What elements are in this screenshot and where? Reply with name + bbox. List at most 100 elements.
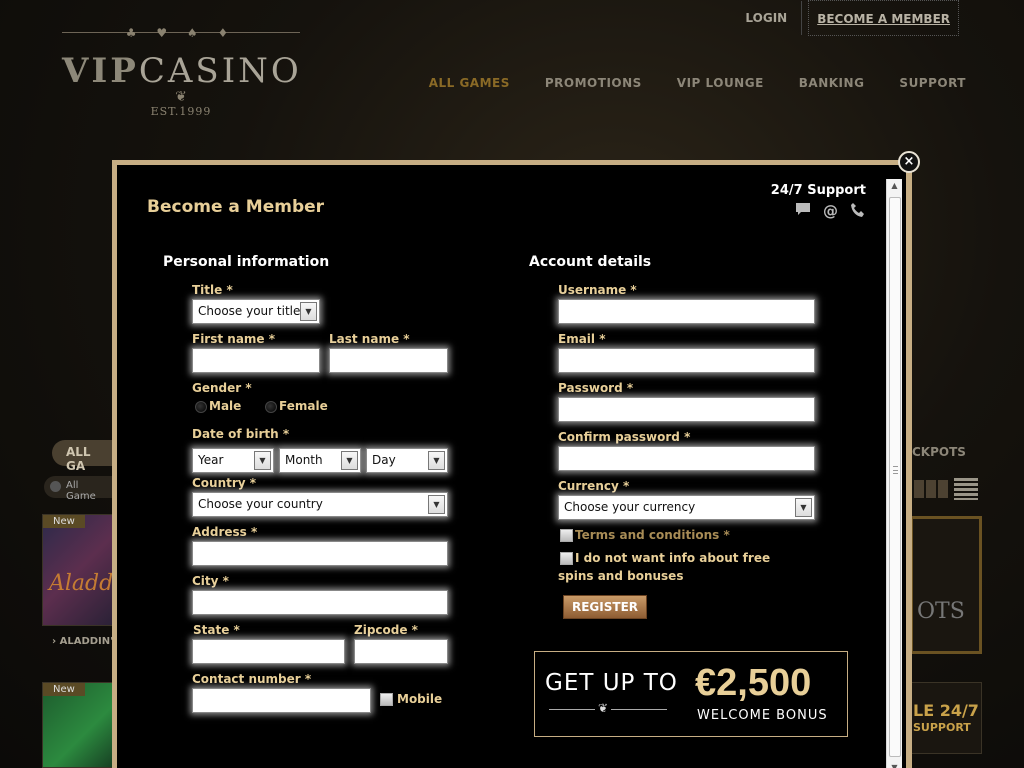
username-field[interactable]	[558, 299, 815, 324]
nav-promotions[interactable]: PROMOTIONS	[545, 76, 642, 90]
currency-select-value: Choose your currency	[564, 500, 696, 514]
personal-info-heading: Personal information	[163, 254, 330, 270]
radio-icon[interactable]	[265, 400, 277, 413]
scrollbar-thumb[interactable]	[889, 197, 901, 757]
become-member-link[interactable]: BECOME A MEMBER	[808, 0, 959, 36]
dob-month-select[interactable]: Month ▼	[279, 448, 361, 473]
mobile-checkbox[interactable]	[380, 693, 393, 706]
bg-jackpots-tab[interactable]: CKPOTS	[912, 445, 966, 459]
country-label: Country *	[192, 476, 257, 490]
chevron-down-icon[interactable]: ▼	[300, 302, 317, 321]
aladdin-art: Aladd	[49, 571, 114, 596]
chevron-down-icon[interactable]: ▼	[428, 495, 445, 514]
list-view-icon[interactable]	[954, 478, 978, 500]
become-member-modal: Become a Member 24/7 Support @ Personal …	[112, 160, 912, 768]
chevron-down-icon[interactable]: ▼	[254, 451, 271, 470]
chevron-down-icon[interactable]: ▼	[341, 451, 358, 470]
zipcode-label: Zipcode *	[354, 623, 418, 637]
main-nav: ALL GAMES PROMOTIONS VIP LOUNGE BANKING …	[429, 76, 966, 90]
currency-label: Currency *	[558, 479, 630, 493]
nav-banking[interactable]: BANKING	[799, 76, 865, 90]
gender-male-option[interactable]: Male	[195, 399, 241, 413]
currency-select[interactable]: Choose your currency ▼	[558, 495, 815, 520]
terms-label[interactable]: Terms and conditions *	[575, 526, 730, 544]
login-link[interactable]: LOGIN	[731, 1, 803, 35]
dob-year-value: Year	[198, 453, 224, 467]
first-name-label: First name *	[192, 332, 276, 346]
promo-amount: €2,500	[695, 662, 812, 704]
dob-month-value: Month	[285, 453, 323, 467]
nav-vip-lounge[interactable]: VIP LOUNGE	[677, 76, 764, 90]
city-label: City *	[192, 574, 229, 588]
chat-icon[interactable]	[795, 202, 811, 222]
country-select-value: Choose your country	[198, 497, 323, 511]
mobile-label: Mobile	[397, 692, 443, 706]
support-label: 24/7 Support	[770, 183, 866, 198]
bg-game-thumb-aladdin[interactable]: New Aladd	[42, 514, 114, 626]
new-badge: New	[43, 515, 85, 528]
nav-support[interactable]: SUPPORT	[899, 76, 966, 90]
bg-game-label[interactable]: › ALADDIN'	[52, 636, 113, 647]
modal-scrollbar[interactable]: ▲ ▼	[886, 179, 902, 768]
password-field[interactable]	[558, 397, 815, 422]
logo-vip: VIP	[62, 51, 139, 91]
grip-icon	[893, 466, 898, 474]
welcome-bonus-banner[interactable]: GET UP TO ❦ €2,500 WELCOME BONUS	[534, 651, 848, 737]
confirm-password-label: Confirm password *	[558, 430, 691, 444]
chevron-down-icon[interactable]: ▼	[795, 498, 812, 517]
nav-all-games[interactable]: ALL GAMES	[429, 76, 510, 90]
vip-casino-logo[interactable]: ♣ ♥ ♠ ♦ VIPCASINO ❦ EST.1999	[62, 26, 300, 118]
bg-view-toggle	[912, 476, 980, 502]
dob-label: Date of birth *	[192, 427, 290, 441]
dob-day-select[interactable]: Day ▼	[366, 448, 448, 473]
contact-number-field[interactable]	[192, 688, 371, 713]
bg-slots-text: OTS	[917, 599, 965, 624]
bg-all-games-filter[interactable]: All Game	[44, 476, 114, 502]
email-field[interactable]	[558, 348, 815, 373]
grid-view-icon[interactable]	[914, 480, 948, 498]
logo-est: EST.1999	[150, 105, 212, 118]
top-nav: LOGIN BECOME A MEMBER	[731, 0, 959, 36]
email-label: Email *	[558, 332, 606, 346]
username-label: Username *	[558, 283, 637, 297]
last-name-label: Last name *	[329, 332, 410, 346]
title-select[interactable]: Choose your title ▼	[192, 299, 320, 324]
logo-casino: CASINO	[138, 51, 302, 91]
flourish-icon: ❦	[175, 89, 187, 105]
gender-female-option[interactable]: Female	[265, 399, 328, 413]
account-details-heading: Account details	[529, 254, 652, 270]
bg-game-thumb-frog[interactable]: New	[42, 682, 114, 768]
scroll-up-icon[interactable]: ▲	[887, 179, 902, 193]
last-name-field[interactable]	[329, 348, 448, 373]
bg-all-games-filter-label: All Game	[66, 480, 96, 502]
confirm-password-field[interactable]	[558, 446, 815, 471]
city-field[interactable]	[192, 590, 448, 615]
contact-number-label: Contact number *	[192, 672, 312, 686]
terms-checkbox[interactable]	[560, 529, 573, 542]
radio-icon[interactable]	[195, 400, 207, 413]
bg-247-banner[interactable]: LE 24/7 SUPPORT	[910, 682, 982, 754]
logo-wordmark: VIPCASINO	[62, 51, 300, 91]
zipcode-field[interactable]	[354, 639, 448, 664]
no-info-label: I do not want info about free spins and …	[558, 551, 771, 583]
bg-slots-banner[interactable]: OTS	[910, 516, 982, 654]
modal-title: Become a Member	[147, 197, 325, 217]
phone-icon[interactable]	[850, 202, 866, 222]
password-label: Password *	[558, 381, 634, 395]
scroll-down-icon[interactable]: ▼	[887, 761, 902, 768]
gender-female-label: Female	[279, 399, 328, 413]
dob-year-select[interactable]: Year ▼	[192, 448, 274, 473]
close-icon[interactable]: ×	[898, 151, 920, 173]
bg-247-text: LE 24/7	[913, 701, 979, 720]
state-field[interactable]	[192, 639, 345, 664]
title-label: Title *	[192, 283, 233, 297]
dob-day-value: Day	[372, 453, 396, 467]
chevron-down-icon[interactable]: ▼	[428, 451, 445, 470]
gender-label: Gender *	[192, 381, 252, 395]
register-button[interactable]: REGISTER	[563, 595, 647, 619]
promo-get-up-to: GET UP TO	[545, 670, 678, 696]
first-name-field[interactable]	[192, 348, 320, 373]
email-icon[interactable]: @	[823, 202, 838, 222]
address-field[interactable]	[192, 541, 448, 566]
country-select[interactable]: Choose your country ▼	[192, 492, 448, 517]
